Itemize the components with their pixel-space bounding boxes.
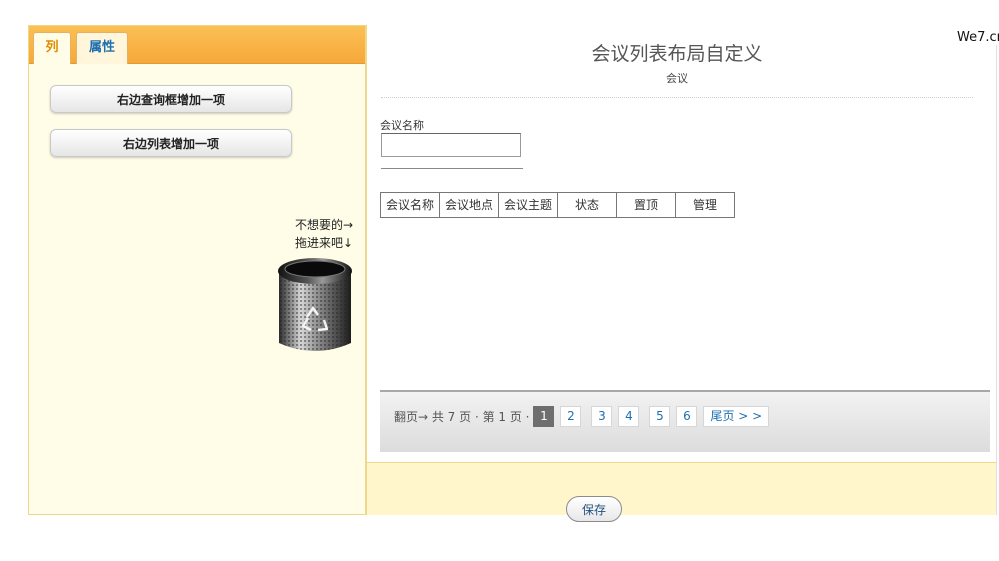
brand-logo: We7.cn bbox=[957, 30, 999, 45]
page-subtitle: 会议 bbox=[666, 72, 688, 85]
save-button[interactable]: 保存 bbox=[566, 496, 622, 522]
trash-hint: 不想要的→ 拖进来吧↓ bbox=[253, 216, 353, 252]
field-underline bbox=[381, 168, 523, 169]
pagination: 翻页→ 共 7 页 · 第 1 页 · 1 2 3 4 5 6 尾页 > > bbox=[394, 406, 775, 427]
tab-columns[interactable]: 列 bbox=[33, 32, 71, 64]
page-1-button[interactable]: 1 bbox=[533, 406, 555, 427]
list-header: 会议名称 会议地点 会议主题 状态 置顶 管理 bbox=[380, 192, 735, 218]
column-meeting-topic[interactable]: 会议主题 bbox=[498, 192, 558, 218]
add-query-field-button[interactable]: 右边查询框增加一项 bbox=[50, 85, 292, 113]
pagination-bar: 翻页→ 共 7 页 · 第 1 页 · 1 2 3 4 5 6 尾页 > > bbox=[380, 390, 990, 452]
save-bar: 保存 bbox=[367, 462, 997, 522]
last-page-button[interactable]: 尾页 > > bbox=[703, 406, 770, 427]
recycle-bin-icon[interactable] bbox=[275, 255, 355, 355]
meeting-name-label: 会议名称 bbox=[380, 119, 424, 132]
page-4-button[interactable]: 4 bbox=[618, 406, 640, 427]
page-2-button[interactable]: 2 bbox=[560, 406, 582, 427]
pagination-info: 翻页→ 共 7 页 · 第 1 页 · bbox=[394, 410, 530, 424]
trash-hint-line1: 不想要的→ bbox=[294, 218, 353, 232]
tab-properties[interactable]: 属性 bbox=[76, 32, 128, 64]
page-title: 会议列表布局自定义 bbox=[591, 43, 763, 65]
column-manage[interactable]: 管理 bbox=[675, 192, 735, 218]
column-pin[interactable]: 置顶 bbox=[616, 192, 676, 218]
column-meeting-location[interactable]: 会议地点 bbox=[439, 192, 499, 218]
app-window: 列 属性 右边查询框增加一项 右边列表增加一项 不想要的→ 拖进来吧↓ 会议列表… bbox=[0, 0, 999, 561]
right-edge-divider bbox=[996, 45, 997, 515]
column-status[interactable]: 状态 bbox=[557, 192, 617, 218]
title-divider bbox=[381, 97, 973, 98]
column-meeting-name[interactable]: 会议名称 bbox=[380, 192, 440, 218]
page-6-button[interactable]: 6 bbox=[676, 406, 698, 427]
trash-hint-line2: 拖进来吧↓ bbox=[294, 236, 353, 250]
page-5-button[interactable]: 5 bbox=[649, 406, 671, 427]
left-panel: 列 属性 右边查询框增加一项 右边列表增加一项 不想要的→ 拖进来吧↓ bbox=[28, 25, 366, 515]
add-list-column-button[interactable]: 右边列表增加一项 bbox=[50, 129, 292, 157]
page-3-button[interactable]: 3 bbox=[591, 406, 613, 427]
tab-bar: 列 属性 bbox=[29, 26, 365, 64]
meeting-name-input[interactable] bbox=[381, 133, 521, 157]
main-panel: 会议列表布局自定义 会议 会议名称 会议名称 会议地点 会议主题 状态 置顶 管… bbox=[366, 25, 997, 522]
